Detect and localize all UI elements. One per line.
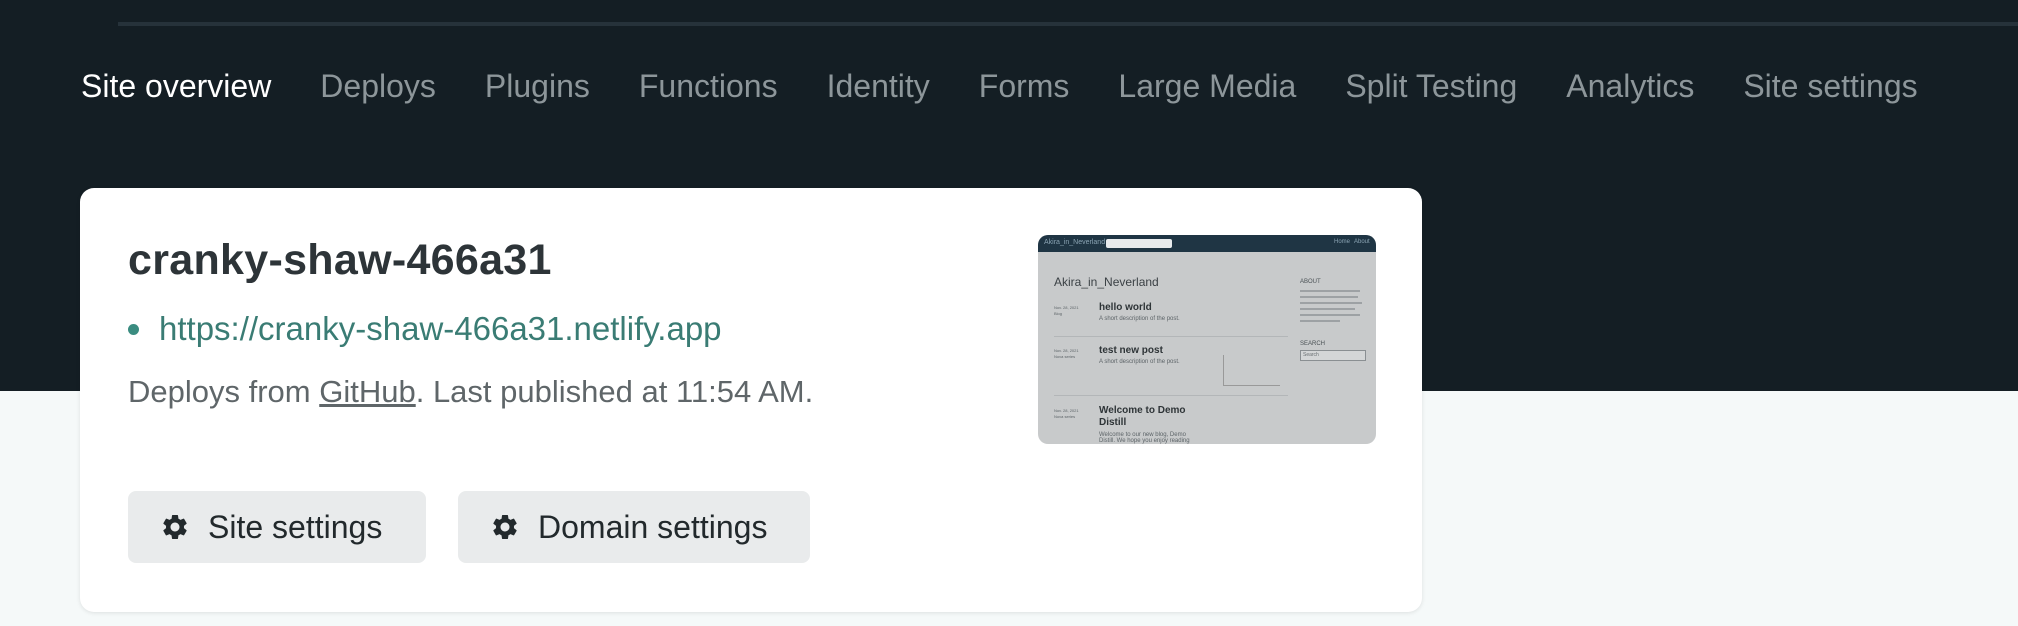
gear-icon [493, 515, 517, 539]
site-settings-button[interactable]: Site settings [128, 491, 426, 563]
preview-brand: Akira_in_Neverland [1044, 239, 1106, 246]
tab-plugins[interactable]: Plugins [485, 68, 590, 105]
preview-post-desc: A short description of the post. [1099, 316, 1180, 322]
preview-post-title: hello world [1099, 302, 1152, 313]
preview-mini-plot [1223, 355, 1280, 386]
site-nav-tabs: Site overview Deploys Plugins Functions … [81, 62, 1967, 110]
tab-site-overview[interactable]: Site overview [81, 68, 271, 105]
tab-site-settings[interactable]: Site settings [1743, 68, 1917, 105]
preview-post-category: Blog [1054, 311, 1063, 316]
tab-split-testing[interactable]: Split Testing [1345, 68, 1517, 105]
preview-post-date: Nov. 28, 2021 [1054, 305, 1079, 310]
preview-sidebar-text [1300, 290, 1364, 330]
preview-post-category: Nova series [1054, 354, 1076, 359]
preview-divider [1054, 336, 1288, 337]
preview-sidebar-search: SEARCH [1300, 341, 1326, 347]
site-name: cranky-shaw-466a31 [128, 236, 552, 284]
site-settings-label: Site settings [208, 508, 383, 545]
preview-divider [1054, 395, 1288, 396]
preview-post-date: Nov. 28, 2021 [1054, 408, 1079, 413]
tab-identity[interactable]: Identity [827, 68, 930, 105]
tab-forms[interactable]: Forms [979, 68, 1070, 105]
preview-search-field: Search [1300, 350, 1366, 361]
preview-post-date: Nov. 28, 2021 [1054, 348, 1079, 353]
site-url-link[interactable]: https://cranky-shaw-466a31.netlify.app [159, 310, 722, 348]
deploy-info: Deploys from GitHub. Last published at 1… [128, 374, 813, 410]
preview-sidebar-about: ABOUT [1300, 279, 1321, 285]
deploy-source-link[interactable]: GitHub [319, 374, 415, 409]
preview-nav-home: Home [1334, 239, 1351, 245]
preview-post-desc: A short description of the post. [1099, 359, 1180, 365]
tab-functions[interactable]: Functions [639, 68, 778, 105]
domain-settings-label: Domain settings [538, 508, 768, 545]
preview-post-title: test new post [1099, 345, 1163, 356]
preview-search-placeholder: Search [1303, 352, 1319, 358]
site-preview-thumbnail[interactable]: Akira_in_Neverland Home About Akira_in_N… [1038, 235, 1376, 444]
preview-heading: Akira_in_Neverland [1054, 275, 1159, 289]
preview-post-category: Nova series [1054, 414, 1076, 419]
preview-post-title: Welcome to Demo Distill [1099, 405, 1186, 428]
tab-analytics[interactable]: Analytics [1566, 68, 1694, 105]
deploy-suffix: . Last published at 11:54 AM. [415, 374, 814, 409]
header-divider [118, 22, 2018, 26]
tab-deploys[interactable]: Deploys [320, 68, 436, 105]
site-url-row: https://cranky-shaw-466a31.netlify.app [128, 310, 722, 348]
deploy-prefix: Deploys from [128, 374, 320, 409]
gear-icon [163, 515, 187, 539]
site-overview-card: cranky-shaw-466a31 https://cranky-shaw-4… [80, 188, 1422, 612]
tab-large-media[interactable]: Large Media [1118, 68, 1296, 105]
preview-post-desc: Welcome to our new blog, Demo Distill. W… [1099, 432, 1190, 444]
status-dot-icon [128, 323, 139, 335]
preview-header-bar: Akira_in_Neverland Home About [1038, 235, 1376, 252]
preview-search-box [1106, 239, 1172, 248]
domain-settings-button[interactable]: Domain settings [458, 491, 810, 563]
preview-nav-about: About [1354, 239, 1370, 245]
